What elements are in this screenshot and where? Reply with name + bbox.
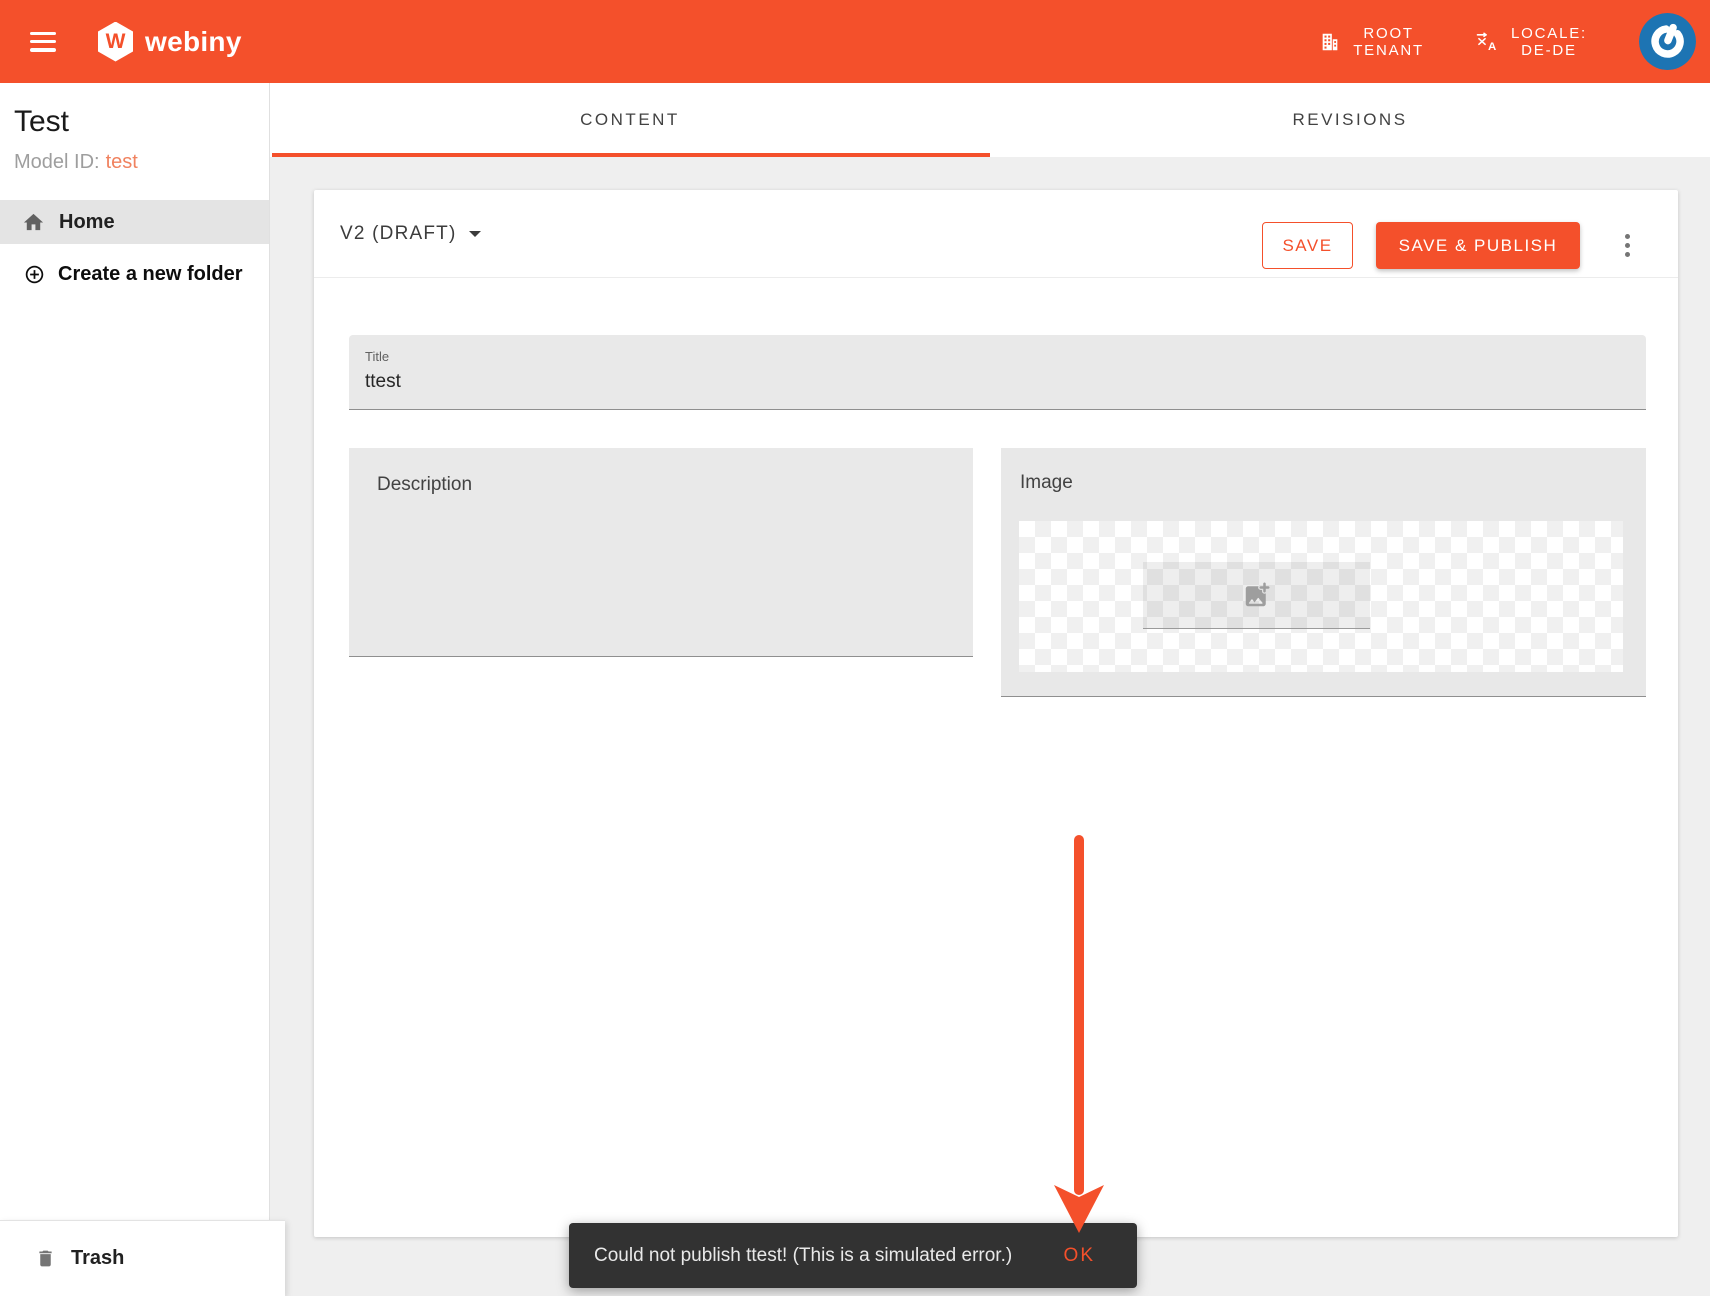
tenant-label-line2: TENANT [1353, 42, 1424, 59]
snackbar: Could not publish ttest! (This is a simu… [569, 1223, 1137, 1288]
webiny-logo[interactable]: W [98, 22, 133, 62]
svg-text:A: A [1488, 41, 1496, 52]
content-area: V2 (DRAFT) SAVE SAVE & PUBLISH Title Des… [270, 157, 1710, 1296]
user-avatar[interactable] [1639, 13, 1696, 70]
tenant-selector[interactable]: ROOT TENANT [1319, 25, 1424, 59]
model-id: Model ID: test [14, 151, 138, 174]
hamburger-menu-icon[interactable] [30, 32, 56, 52]
model-title: Test [14, 105, 69, 139]
brand-wordmark: webiny [145, 26, 242, 58]
version-selector[interactable]: V2 (DRAFT) [340, 190, 481, 278]
sidebar: Test Model ID: test Home Create a new fol… [0, 83, 270, 1296]
trash-icon [35, 1247, 56, 1270]
more-options-button[interactable] [1610, 222, 1644, 269]
save-button[interactable]: SAVE [1262, 222, 1353, 269]
title-input[interactable] [365, 364, 1630, 393]
locale-selector[interactable]: A LOCALE: DE-DE [1476, 25, 1587, 59]
model-id-label: Model ID: [14, 151, 100, 173]
logo-letter: W [106, 30, 126, 54]
translate-icon: A [1476, 31, 1499, 52]
image-field-label: Image [1020, 472, 1073, 494]
sidebar-item-home-label: Home [59, 211, 115, 234]
snackbar-ok-button[interactable]: OK [1064, 1245, 1095, 1267]
image-transparency-grid [1019, 521, 1623, 672]
image-dropzone[interactable] [1143, 562, 1370, 629]
description-field[interactable]: Description [349, 448, 973, 657]
tenant-label-line1: ROOT [1353, 25, 1424, 42]
snackbar-message: Could not publish ttest! (This is a simu… [594, 1245, 1012, 1267]
locale-label-line2: DE-DE [1511, 42, 1587, 59]
building-icon [1319, 31, 1341, 53]
title-field-label: Title [365, 349, 1630, 364]
create-folder-label: Create a new folder [58, 263, 243, 286]
title-field[interactable]: Title [349, 335, 1646, 410]
plus-circle-icon [24, 264, 45, 285]
image-field: Image [1001, 448, 1646, 697]
top-app-bar: W webiny ROOT TENANT [0, 0, 1710, 83]
chevron-down-icon [469, 231, 481, 237]
create-folder-button[interactable]: Create a new folder [0, 252, 269, 296]
tab-content[interactable]: CONTENT [270, 83, 990, 157]
model-id-value[interactable]: test [106, 151, 138, 173]
app-window: W webiny ROOT TENANT [0, 0, 1710, 1296]
sidebar-item-home[interactable]: Home [0, 200, 269, 244]
trash-label: Trash [71, 1247, 124, 1270]
editor-header: V2 (DRAFT) SAVE SAVE & PUBLISH [314, 190, 1678, 278]
tab-bar: CONTENT REVISIONS [270, 83, 1710, 157]
entry-editor-card: V2 (DRAFT) SAVE SAVE & PUBLISH Title Des… [314, 190, 1678, 1237]
add-image-icon [1242, 580, 1272, 610]
description-field-label: Description [377, 474, 945, 496]
tab-revisions[interactable]: REVISIONS [990, 83, 1710, 157]
locale-label-line1: LOCALE: [1511, 25, 1587, 42]
save-publish-button[interactable]: SAVE & PUBLISH [1376, 222, 1580, 269]
version-label: V2 (DRAFT) [340, 223, 457, 245]
home-icon [22, 211, 45, 234]
trash-button[interactable]: Trash [0, 1220, 285, 1296]
